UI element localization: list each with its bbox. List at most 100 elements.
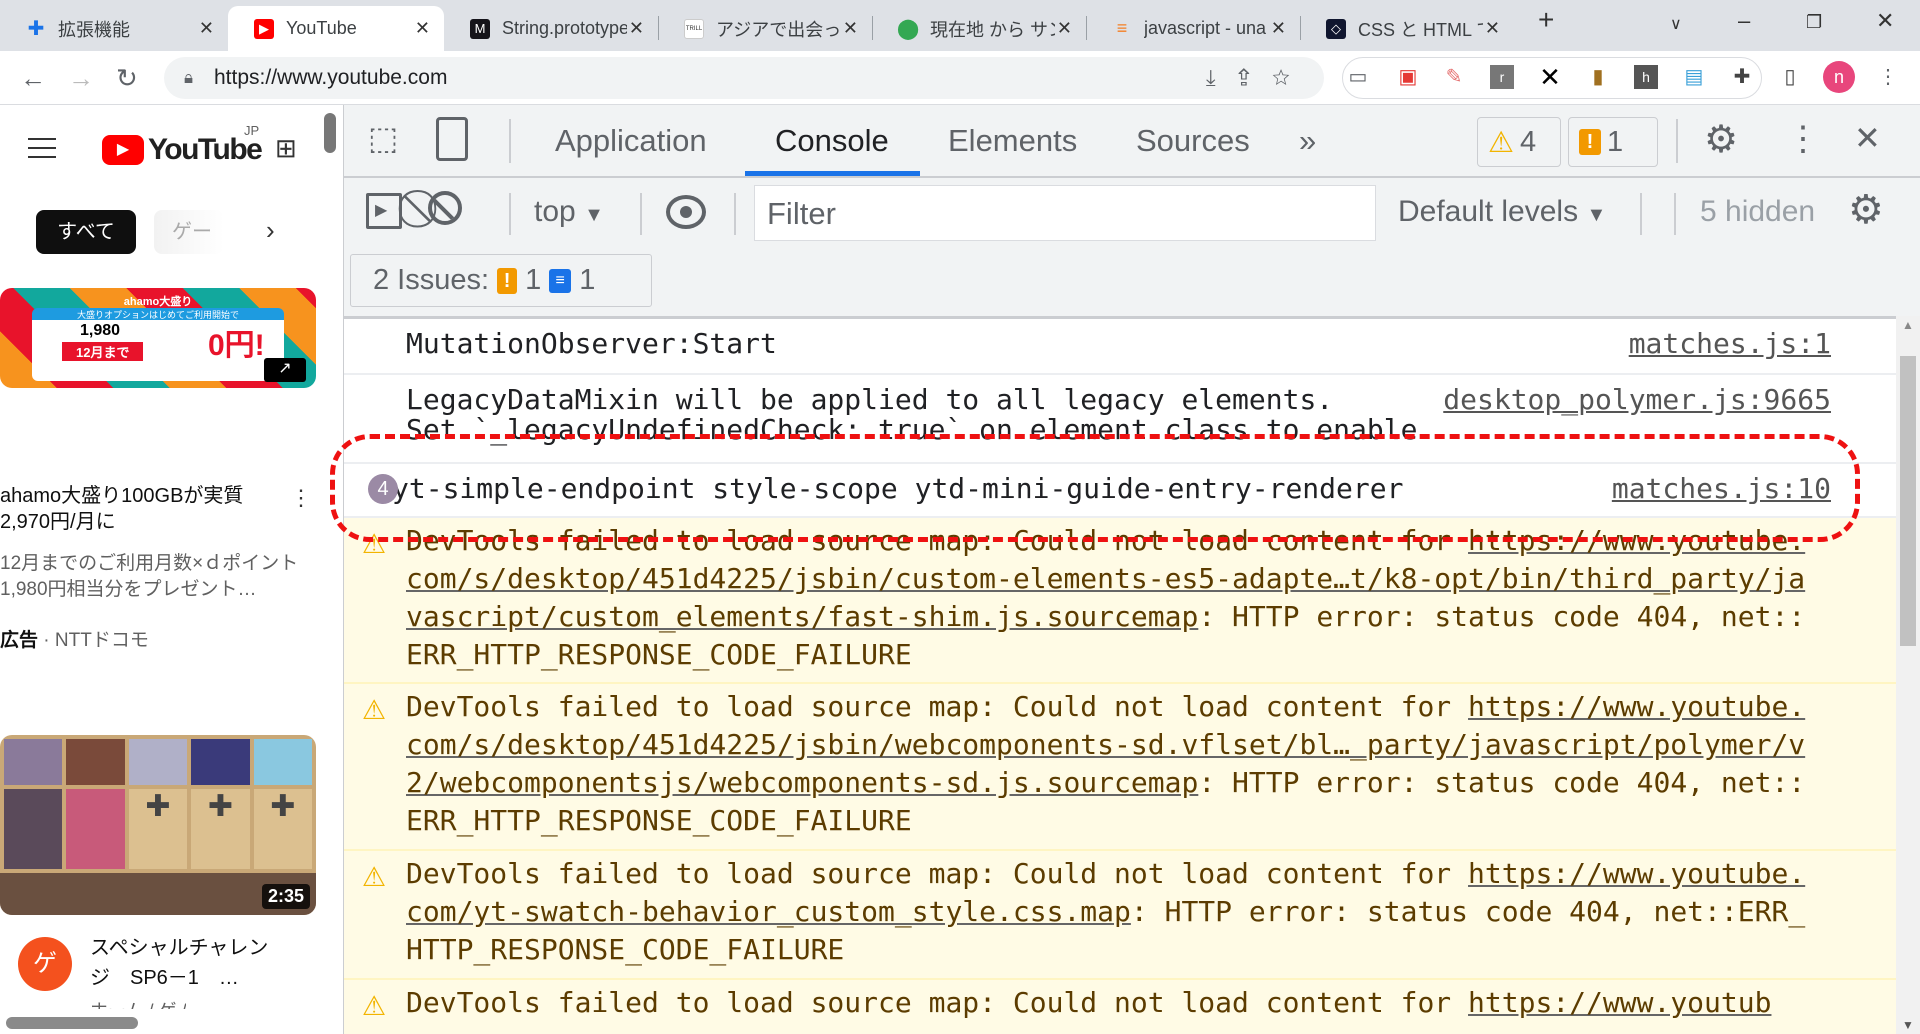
divider	[1640, 193, 1642, 235]
context-selector[interactable]: top ▼	[534, 195, 604, 229]
extensions-puzzle-icon[interactable]: ✚	[1730, 65, 1754, 89]
extension-note-icon[interactable]: ✎	[1442, 65, 1466, 89]
minimize-button[interactable]: –	[1738, 8, 1750, 34]
source-link[interactable]: matches.js:1	[1629, 325, 1831, 363]
source-link[interactable]: matches.js:10	[1612, 470, 1831, 508]
divider	[509, 193, 511, 235]
ad-title[interactable]: ahamo大盛り100GBが実質2,970円/月に	[0, 483, 260, 535]
warnings-badge[interactable]: ⚠ 4	[1477, 117, 1561, 167]
issues-badge[interactable]: ! 1	[1568, 117, 1658, 167]
chip-games[interactable]: ゲー	[154, 210, 224, 254]
tab-codepen[interactable]: ◇ CSS と HTML で ✕	[1300, 6, 1514, 51]
extension-translate-icon[interactable]: ▤	[1682, 65, 1706, 89]
tab-extensions[interactable]: ✚ 拡張機能 ✕	[0, 6, 228, 51]
device-toolbar-icon[interactable]	[436, 117, 468, 161]
scroll-up-arrow-icon[interactable]: ▲	[1902, 318, 1914, 332]
dropdown-arrow-icon: ▼	[1586, 204, 1607, 226]
video-title[interactable]: スペシャルチャレンジ SP6－1 …	[90, 933, 280, 993]
chip-all[interactable]: すべて	[36, 210, 136, 254]
warning-text: DevTools failed to load source map: Coul…	[406, 855, 1809, 969]
source-link[interactable]: desktop_polymer.js:9665	[1443, 381, 1831, 419]
youtube-logo-text[interactable]: YouTube	[148, 133, 263, 167]
horizontal-scrollbar[interactable]	[6, 1017, 138, 1029]
close-tab-icon[interactable]: ✕	[415, 18, 430, 39]
youtube-page: ▶ YouTube JP ⊞ すべて ゲー › ahamo大盛り 大盛りオプショ…	[0, 105, 343, 1034]
warning-icon: ⚠	[362, 695, 387, 726]
restore-button[interactable]: ❐	[1806, 12, 1822, 33]
live-expression-eye-icon[interactable]	[666, 195, 706, 229]
sidebar-toggle-icon[interactable]: ▶	[366, 193, 402, 229]
extension-kanji-icon[interactable]: ▮	[1586, 65, 1610, 89]
side-panel-icon[interactable]: ▯	[1778, 65, 1802, 89]
tab-maps[interactable]: ⬤ 現在地 から サン ✕	[872, 6, 1086, 51]
sourcemap-link[interactable]: https://www.youtub	[1468, 986, 1771, 1019]
youtube-logo-icon[interactable]: ▶	[102, 135, 144, 165]
more-tabs-button[interactable]: »	[1299, 123, 1316, 159]
extension-r-icon[interactable]: r	[1490, 65, 1514, 89]
close-tab-icon[interactable]: ✕	[1057, 18, 1072, 39]
forward-button[interactable]: →	[68, 63, 94, 94]
scrollbar-thumb[interactable]	[1900, 356, 1916, 646]
issues-button[interactable]: 2 Issues: ! 1 ≡ 1	[350, 254, 652, 307]
new-tab-button[interactable]: +	[1538, 4, 1554, 36]
channel-avatar[interactable]: ゲ	[18, 937, 72, 991]
inspect-element-icon[interactable]: ⬚	[368, 119, 398, 157]
tab-application[interactable]: Application	[555, 123, 707, 159]
tab-youtube[interactable]: ▶ YouTube ✕	[228, 6, 444, 51]
ad-banner-image[interactable]: ahamo大盛り 大盛りオプションはじめてご利用開始で 1,980 12月まで …	[0, 288, 316, 388]
extension-cast-icon[interactable]: ▭	[1346, 65, 1370, 89]
back-button[interactable]: ←	[20, 63, 46, 94]
tab-sources[interactable]: Sources	[1136, 123, 1250, 159]
video-thumbnail[interactable]: ✚ ✚ ✚ 2:35	[0, 735, 316, 915]
close-tab-icon[interactable]: ✕	[1485, 18, 1500, 39]
create-video-icon[interactable]: ⊞	[275, 133, 297, 164]
extension-h-icon[interactable]: h	[1634, 65, 1658, 89]
clear-console-icon[interactable]	[428, 191, 462, 225]
close-tab-icon[interactable]: ✕	[843, 18, 858, 39]
console-warning: ⚠ DevTools failed to load source map: Cou…	[344, 684, 1897, 851]
close-window-button[interactable]: ✕	[1876, 8, 1894, 34]
warnings-count: 4	[1520, 125, 1537, 158]
customize-menu-icon[interactable]: ⋮	[1786, 119, 1820, 159]
settings-gear-icon[interactable]: ⚙	[1704, 117, 1738, 162]
warning-text: DevTools failed to load source map: Coul…	[406, 522, 1809, 674]
close-tab-icon[interactable]: ✕	[629, 18, 644, 39]
tab-console[interactable]: Console	[775, 123, 889, 159]
chrome-menu-icon[interactable]: ⋮	[1876, 65, 1900, 89]
puzzle-icon: ✚	[27, 18, 45, 40]
close-tab-icon[interactable]: ✕	[199, 18, 214, 39]
log-levels-dropdown[interactable]: Default levels ▼	[1398, 195, 1606, 229]
extension-x-icon[interactable]: ✕	[1538, 64, 1562, 90]
tab-trill[interactable]: TRILLアジアで出会った✕	[658, 6, 872, 51]
install-share-bookmark-icons[interactable]: ⤓⇪☆	[1206, 65, 1312, 91]
stackoverflow-icon: ≡	[1116, 18, 1128, 38]
divider	[1674, 193, 1676, 235]
tab-string-prototype[interactable]: M String.prototype ✕	[444, 6, 658, 51]
console-settings-gear-icon[interactable]: ⚙	[1848, 187, 1884, 233]
tab-search-chevron-icon[interactable]: ∨	[1670, 14, 1682, 34]
close-devtools-icon[interactable]: ✕	[1854, 119, 1881, 157]
issue-icon: !	[1579, 129, 1601, 155]
console-scrollbar[interactable]: ▲ ▼	[1896, 316, 1920, 1034]
scrollbar-thumb[interactable]	[324, 113, 336, 153]
chevron-right-icon[interactable]: ›	[266, 215, 275, 246]
close-tab-icon[interactable]: ✕	[1271, 18, 1286, 39]
warning-icon: ⚠	[1488, 126, 1514, 159]
filter-input[interactable]: Filter	[754, 185, 1376, 241]
levels-label: Default levels	[1398, 195, 1579, 228]
external-link-icon[interactable]: ↗	[264, 358, 306, 382]
address-bar[interactable]: 🔒︎ https://www.youtube.com ⤓⇪☆	[164, 57, 1324, 99]
scroll-down-arrow-icon[interactable]: ▼	[1902, 1018, 1914, 1032]
tab-elements[interactable]: Elements	[948, 123, 1077, 159]
banner-price: 1,980	[80, 322, 121, 339]
maps-pin-icon: ⬤	[896, 18, 920, 40]
reload-button[interactable]: ↻	[116, 63, 138, 94]
issue-warning-icon: !	[497, 267, 518, 294]
more-options-icon[interactable]: ⋮	[290, 485, 312, 511]
issue-warning-count: 1	[525, 264, 542, 296]
console-warning: ⚠ DevTools failed to load source map: Cou…	[344, 851, 1897, 980]
hamburger-menu-icon[interactable]	[28, 138, 56, 158]
profile-avatar[interactable]: n	[1823, 61, 1855, 93]
extension-image-icon[interactable]: ▣	[1396, 65, 1420, 89]
tab-stackoverflow[interactable]: ≡ javascript - una ✕	[1086, 6, 1300, 51]
